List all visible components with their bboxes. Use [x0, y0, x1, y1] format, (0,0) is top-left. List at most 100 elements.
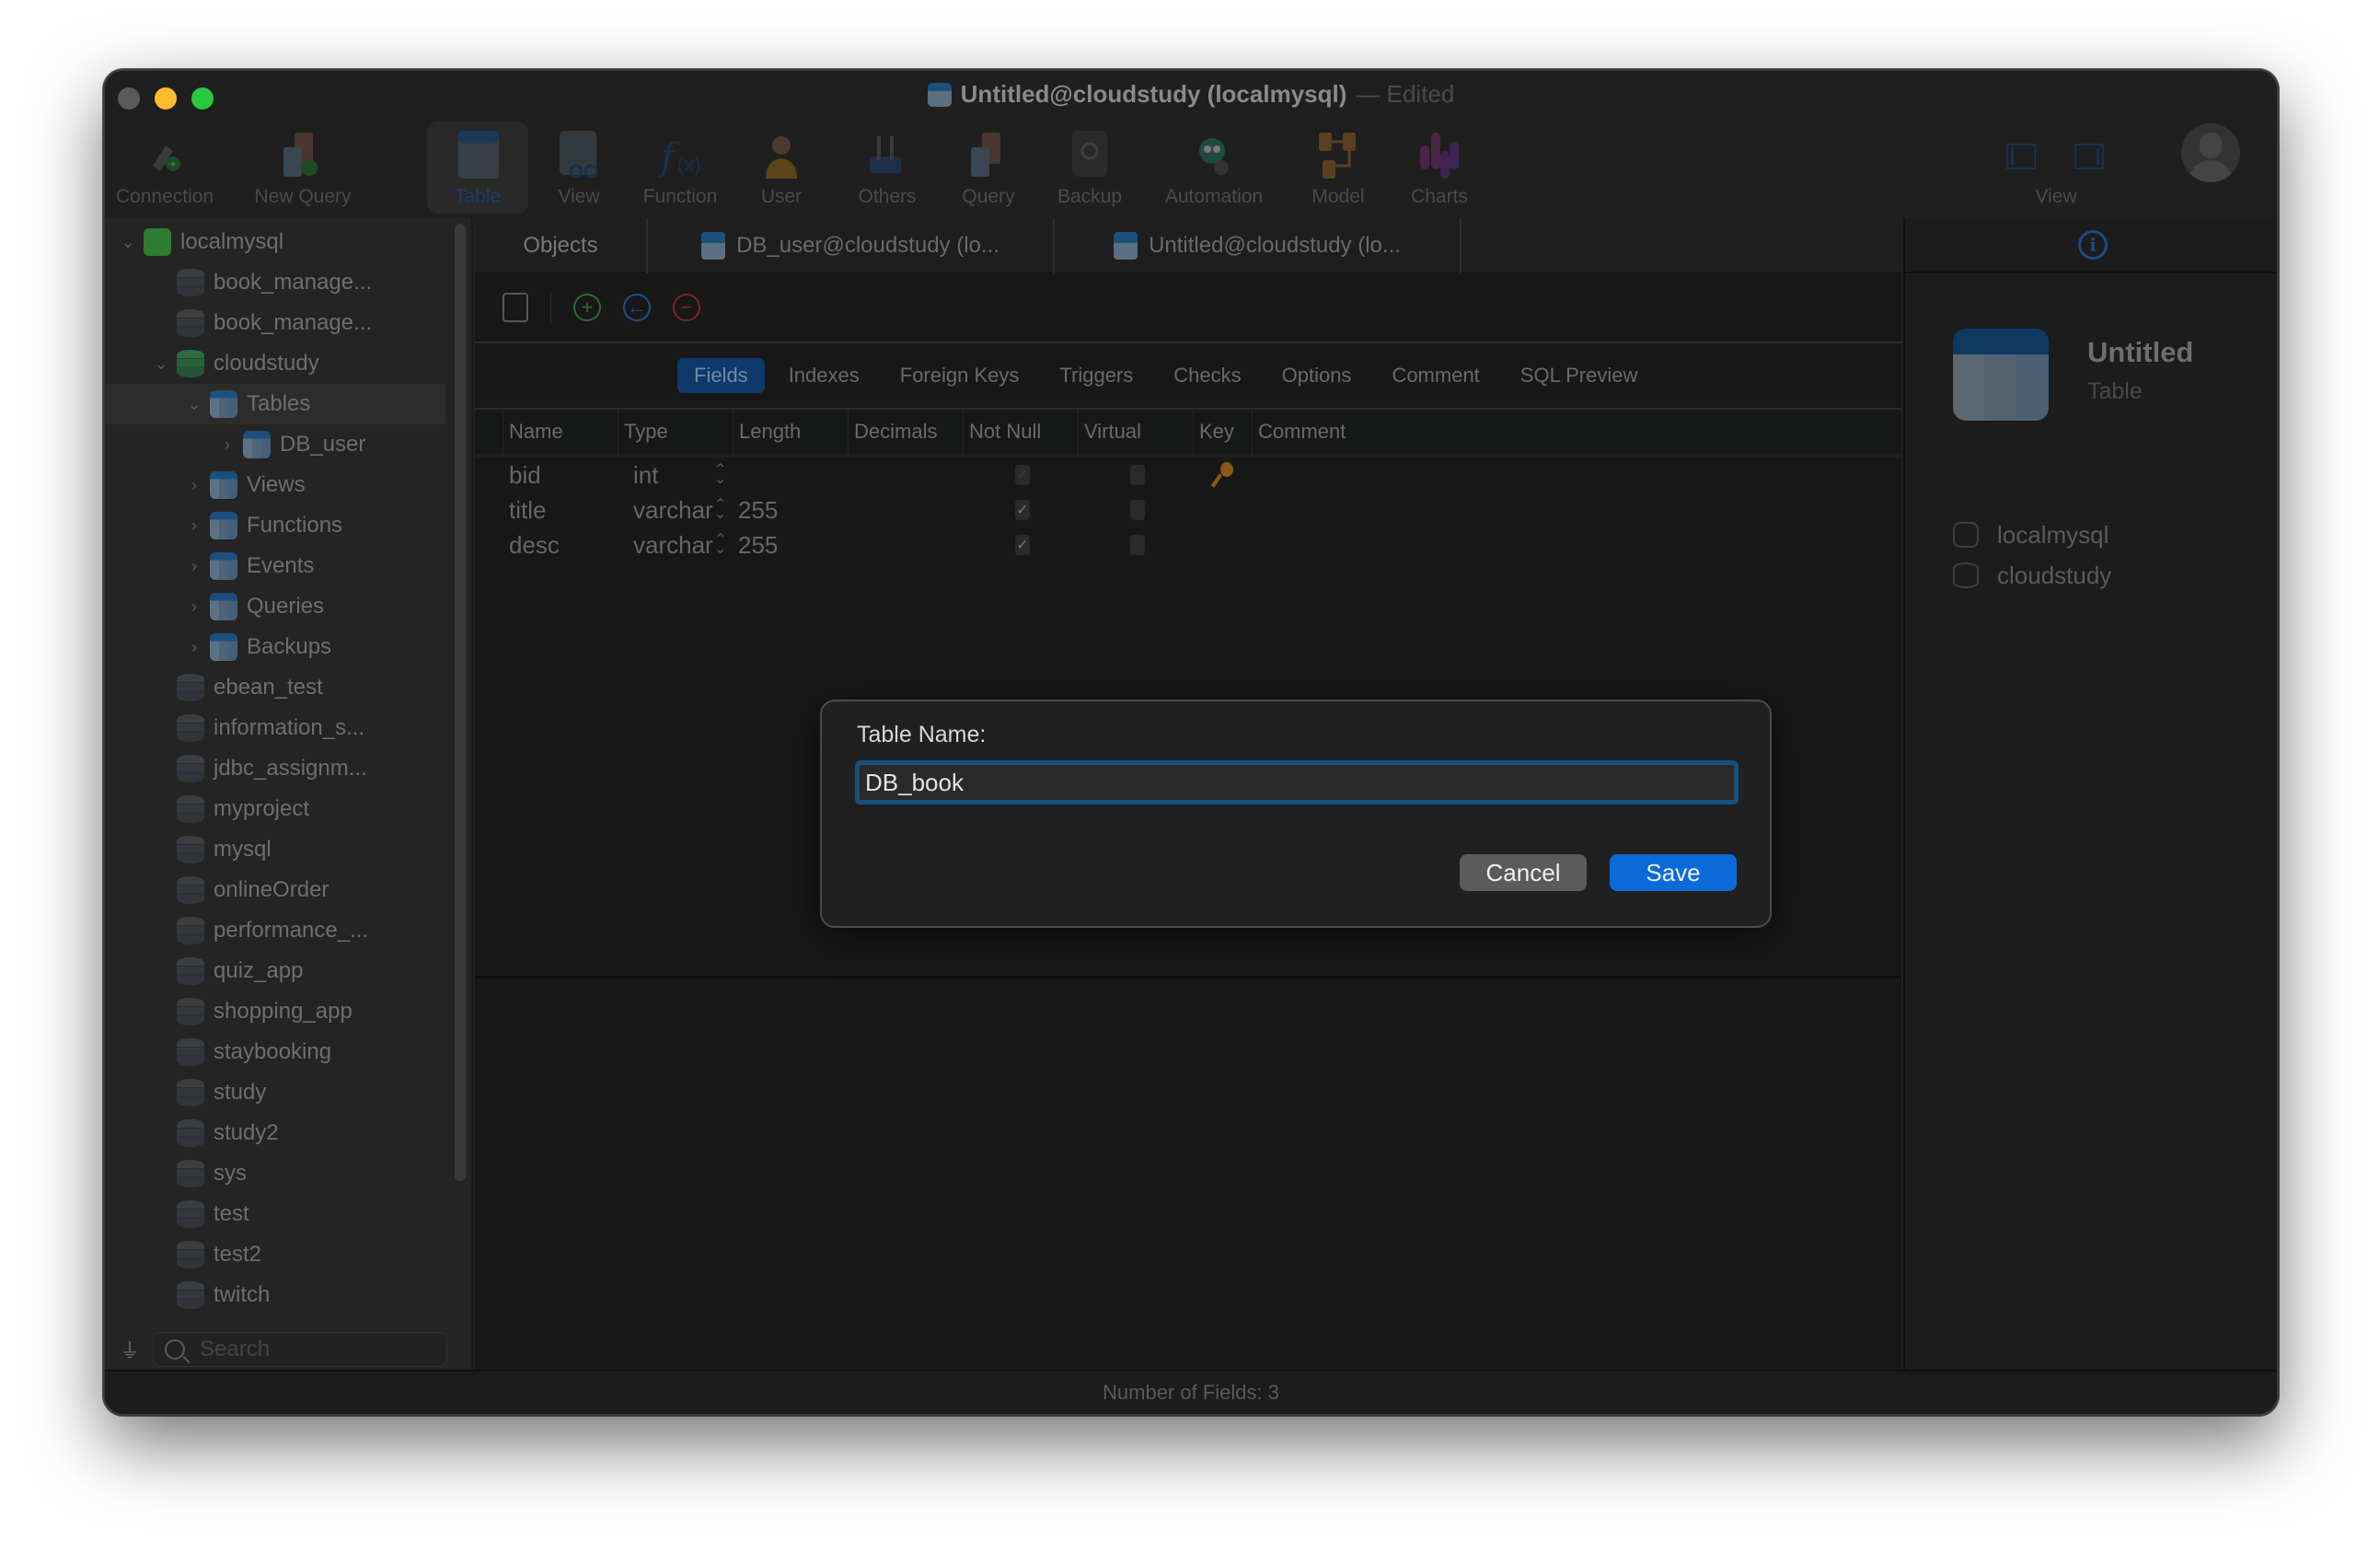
virtual-checkbox[interactable] — [1130, 465, 1145, 485]
toggle-left-panel-icon[interactable] — [2006, 144, 2038, 171]
tree-item[interactable]: study2 — [105, 1113, 445, 1153]
toolbar-query[interactable]: Query — [952, 122, 1025, 214]
column-header[interactable]: Virtual — [1078, 408, 1193, 456]
tree-item[interactable]: onlineOrder — [105, 870, 445, 910]
info-icon[interactable]: i — [2078, 230, 2108, 260]
toolbar-user[interactable]: User — [740, 122, 823, 214]
toolbar-view[interactable]: View — [537, 122, 620, 214]
tree-item[interactable]: book_manage... — [105, 303, 445, 343]
tree-item[interactable]: myproject — [105, 789, 445, 829]
tab-untitled[interactable]: Untitled@cloudstudy (lo... — [1055, 218, 1462, 273]
not-null-checkbox[interactable]: ✓ — [1015, 500, 1030, 520]
tree-item[interactable]: mysql — [105, 829, 445, 870]
chevron-right-icon[interactable]: › — [217, 435, 237, 455]
user-avatar[interactable] — [2181, 123, 2240, 182]
virtual-checkbox[interactable] — [1130, 500, 1145, 520]
tree-item[interactable]: ⌄ localmysql — [105, 222, 445, 262]
save-icon[interactable] — [503, 293, 528, 322]
subtab-triggers[interactable]: Triggers — [1043, 358, 1150, 393]
connection-plug-icon[interactable]: ⏚ — [120, 1335, 140, 1364]
tree-item[interactable]: test — [105, 1194, 445, 1234]
field-name[interactable]: title — [509, 496, 546, 525]
cancel-button[interactable]: Cancel — [1460, 854, 1587, 891]
tree-item[interactable]: performance_... — [105, 910, 445, 951]
toggle-right-panel-icon[interactable] — [2074, 144, 2106, 171]
chevron-right-icon[interactable]: › — [184, 557, 204, 576]
type-stepper-icon[interactable]: ⌃ ⌄ — [714, 463, 726, 487]
field-length[interactable]: 255 — [738, 496, 778, 525]
field-type[interactable]: varchar — [633, 496, 713, 525]
chevron-down-icon[interactable]: ⌄ — [184, 395, 204, 414]
subtab-indexes[interactable]: Indexes — [772, 358, 876, 393]
tree-item[interactable]: test2 — [105, 1234, 445, 1275]
virtual-checkbox[interactable] — [1130, 535, 1145, 555]
chevron-down-icon[interactable]: ⌄ — [118, 233, 138, 252]
tree-item[interactable]: › Views — [105, 465, 445, 505]
not-null-checkbox[interactable]: ✓ — [1015, 465, 1030, 485]
sidebar-scrollbar[interactable] — [455, 224, 466, 1181]
chevron-down-icon[interactable]: ⌄ — [151, 354, 171, 374]
tab-db-user[interactable]: DB_user@cloudstudy (lo... — [648, 218, 1055, 273]
tree-item[interactable]: information_s... — [105, 708, 445, 748]
delete-field-icon[interactable]: − — [673, 294, 700, 321]
field-row[interactable]: title varchar ⌃ ⌄ 255 ✓ — [475, 492, 1901, 527]
sidebar-search-input[interactable]: Search — [153, 1332, 447, 1367]
toolbar-connection[interactable]: + Connection — [110, 122, 219, 214]
tree-item[interactable]: ⌄ cloudstudy — [105, 343, 445, 384]
subtab-options[interactable]: Options — [1265, 358, 1369, 393]
field-name[interactable]: bid — [509, 461, 541, 490]
subtab-checks[interactable]: Checks — [1157, 358, 1257, 393]
field-name[interactable]: desc — [509, 531, 560, 560]
tab-objects[interactable]: Objects — [475, 218, 648, 273]
insert-field-icon[interactable]: ← — [623, 294, 651, 321]
chevron-right-icon[interactable]: › — [184, 476, 204, 495]
field-type[interactable]: int — [633, 461, 658, 490]
field-length[interactable]: 255 — [738, 531, 778, 560]
toolbar-charts[interactable]: Charts — [1393, 122, 1485, 214]
add-field-icon[interactable]: + — [573, 294, 601, 321]
toolbar-backup[interactable]: Backup — [1044, 122, 1136, 214]
type-stepper-icon[interactable]: ⌃ ⌄ — [714, 533, 726, 557]
tree-item[interactable]: study — [105, 1072, 445, 1113]
column-header[interactable]: Key — [1193, 408, 1252, 456]
column-header[interactable]: Decimals — [848, 408, 963, 456]
toolbar-function[interactable]: f (x) Function — [630, 122, 731, 214]
subtab-foreign-keys[interactable]: Foreign Keys — [884, 358, 1036, 393]
tree-item[interactable]: shopping_app — [105, 991, 445, 1032]
tree-item[interactable]: › Queries — [105, 586, 445, 627]
field-row[interactable]: bid int ⌃ ⌄ ✓ — [475, 457, 1901, 492]
toolbar-table[interactable]: Table — [427, 122, 528, 214]
tree-item[interactable]: › Events — [105, 546, 445, 586]
not-null-checkbox[interactable]: ✓ — [1015, 535, 1030, 555]
toolbar-model[interactable]: Model — [1292, 122, 1384, 214]
type-stepper-icon[interactable]: ⌃ ⌄ — [714, 498, 726, 522]
subtab-comment[interactable]: Comment — [1375, 358, 1496, 393]
toolbar-others[interactable]: Others — [841, 122, 933, 214]
tree-item[interactable]: › DB_user — [105, 424, 445, 465]
column-header[interactable]: Comment — [1252, 408, 1346, 456]
field-row[interactable]: desc varchar ⌃ ⌄ 255 ✓ — [475, 527, 1901, 562]
subtab-fields[interactable]: Fields — [677, 358, 765, 393]
field-type[interactable]: varchar — [633, 531, 713, 560]
tree-item[interactable]: › Backups — [105, 627, 445, 667]
tree-item[interactable]: sys — [105, 1153, 445, 1194]
tree-item[interactable]: twitch — [105, 1275, 445, 1315]
tree-item[interactable]: ebean_test — [105, 667, 445, 708]
chevron-right-icon[interactable]: › — [184, 516, 204, 536]
tree-item[interactable]: book_manage... — [105, 262, 445, 303]
column-header[interactable]: Name — [503, 408, 618, 456]
chevron-right-icon[interactable]: › — [184, 638, 204, 657]
column-header[interactable]: Length — [733, 408, 848, 456]
tree-item[interactable]: staybooking — [105, 1032, 445, 1072]
chevron-right-icon[interactable]: › — [184, 597, 204, 617]
column-header[interactable]: Not Null — [963, 408, 1078, 456]
table-name-input[interactable] — [855, 760, 1739, 805]
toolbar-new-query[interactable]: New Query — [243, 122, 363, 214]
tree-item[interactable]: › Functions — [105, 505, 445, 546]
toolbar-automation[interactable]: Automation — [1145, 122, 1283, 214]
tree-item[interactable]: jdbc_assignm... — [105, 748, 445, 789]
subtab-sql-preview[interactable]: SQL Preview — [1504, 358, 1655, 393]
tree-item[interactable]: quiz_app — [105, 951, 445, 991]
save-button[interactable]: Save — [1610, 854, 1737, 891]
tree-item[interactable]: ⌄ Tables — [105, 384, 445, 424]
